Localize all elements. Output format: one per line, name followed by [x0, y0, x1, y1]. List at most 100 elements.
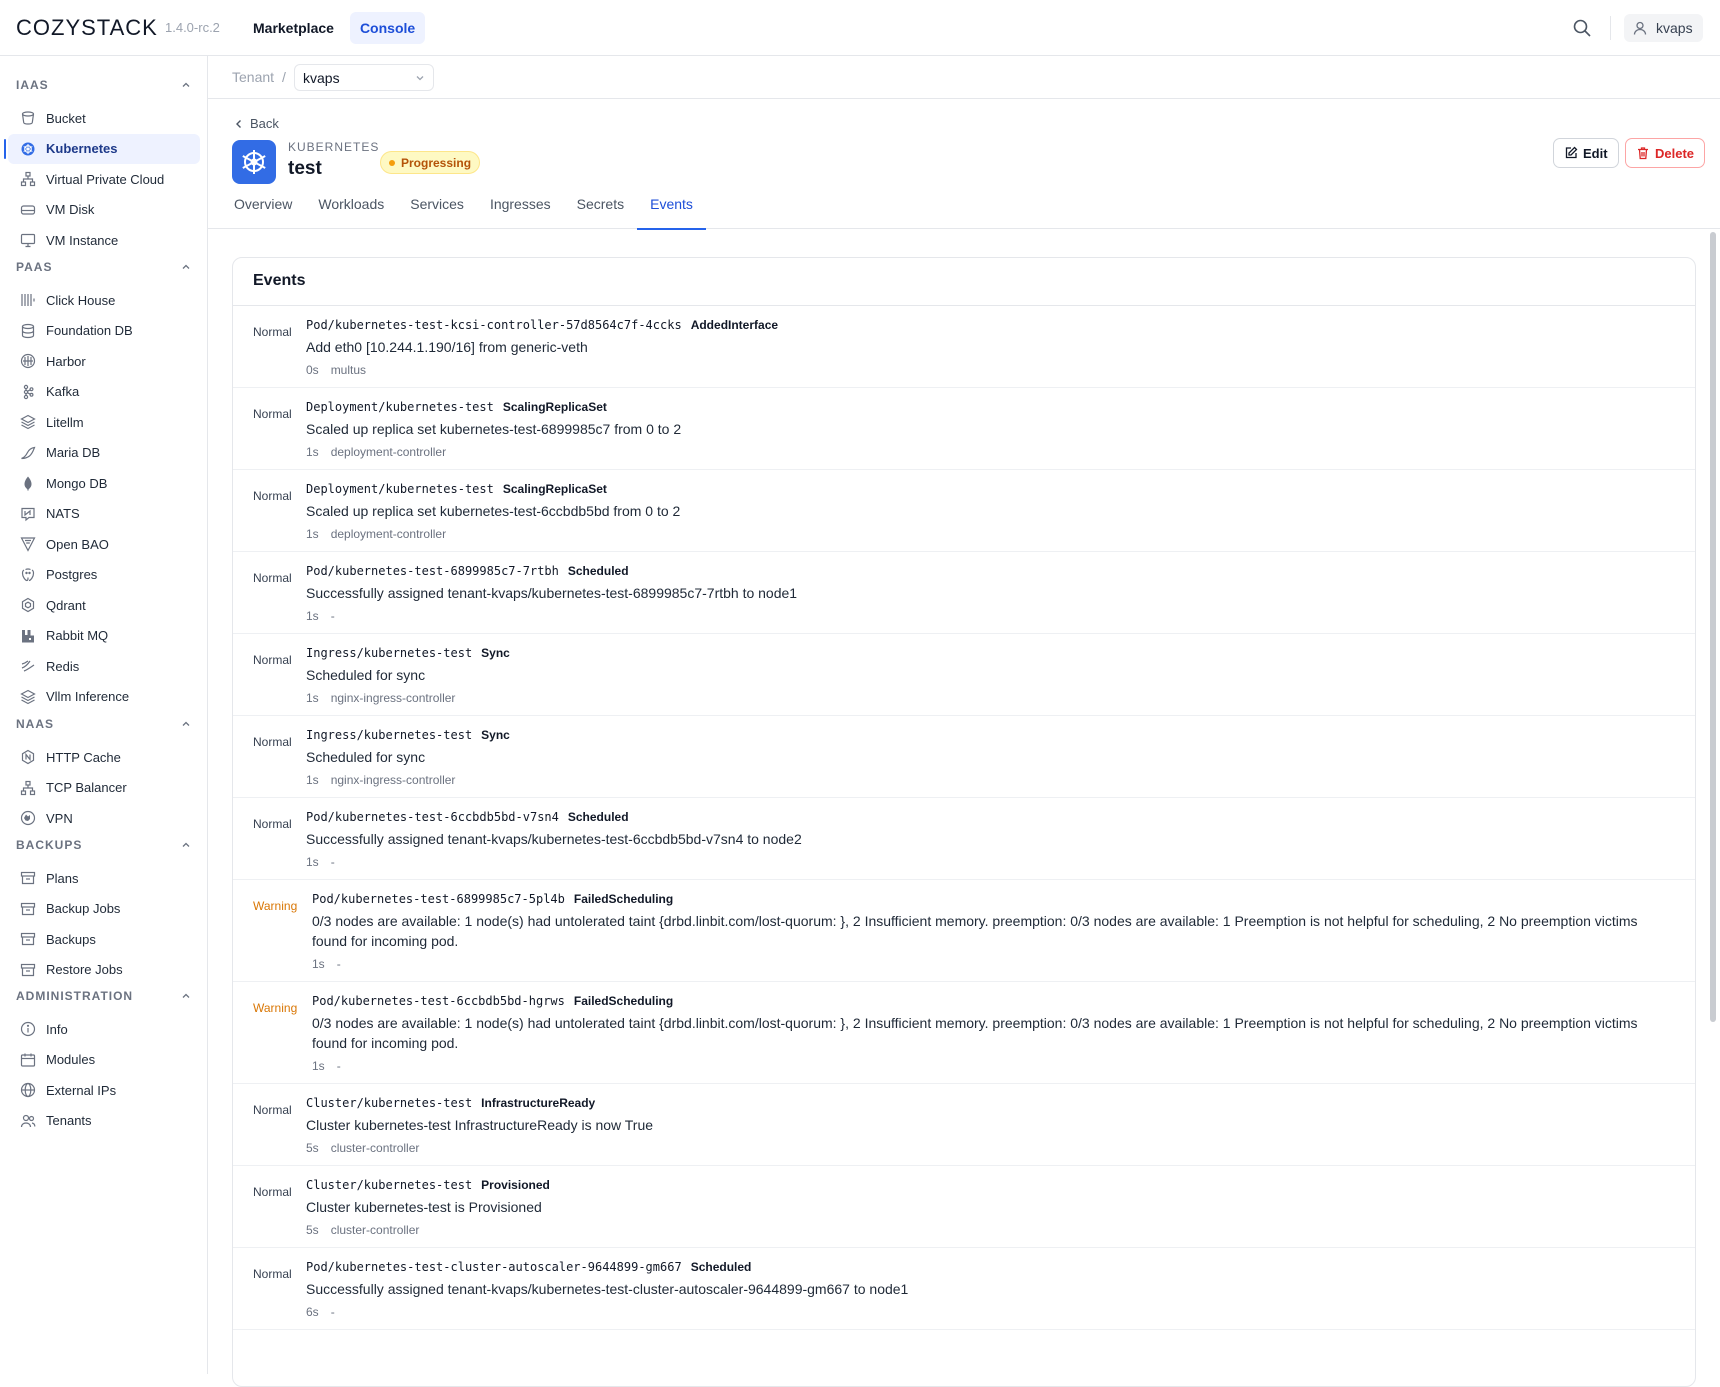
edit-button[interactable]: Edit [1553, 138, 1619, 168]
event-source: - [330, 1305, 335, 1319]
sidebar-item-vm-disk[interactable]: VM Disk [8, 195, 200, 225]
tab-secrets[interactable]: Secrets [564, 192, 637, 229]
event-object[interactable]: Pod/kubernetes-test-6ccbdb5bd-hgrws [312, 994, 565, 1008]
info-icon [20, 1021, 36, 1037]
sidebar-section-title: NAAS [16, 717, 55, 731]
breadcrumb: Tenant / kvaps [208, 56, 1720, 99]
sidebar-item-litellm[interactable]: Litellm [8, 407, 200, 437]
event-meta: 1s nginx-ingress-controller [306, 691, 1675, 705]
sidebar-section-backups[interactable]: BACKUPS [16, 835, 192, 855]
event-row: Warning Pod/kubernetes-test-6899985c7-5pl… [233, 880, 1695, 982]
sidebar-item-nats[interactable]: NATS [8, 499, 200, 529]
breadcrumb-tenant-label[interactable]: Tenant [232, 69, 274, 85]
sidebar-item-label: Kubernetes [46, 141, 118, 156]
event-object[interactable]: Cluster/kubernetes-test [306, 1178, 472, 1192]
sidebar-item-vllm-inference[interactable]: Vllm Inference [8, 682, 200, 712]
breadcrumb-separator: / [282, 69, 286, 85]
sidebar-item-http-cache[interactable]: HTTP Cache [8, 742, 200, 772]
mariadb-icon [21, 446, 36, 459]
sidebar-item-kafka[interactable]: Kafka [8, 377, 200, 407]
sidebar-item-label: Open BAO [46, 536, 109, 552]
event-age: 1s [306, 773, 319, 787]
sidebar-item-harbor[interactable]: Harbor [8, 346, 200, 376]
sidebar-item-label: VM Instance [46, 232, 119, 248]
sidebar-item-vpn[interactable]: VPN [8, 803, 200, 833]
tab-ingresses[interactable]: Ingresses [477, 192, 564, 229]
event-object[interactable]: Pod/kubernetes-test-kcsi-controller-57d8… [306, 318, 682, 332]
sidebar-item-plans[interactable]: Plans [8, 863, 200, 893]
event-object[interactable]: Pod/kubernetes-test-6ccbdb5bd-v7sn4 [306, 810, 559, 824]
sidebar-item-virtual-private-cloud[interactable]: Virtual Private Cloud [8, 164, 200, 194]
sidebar-item-modules[interactable]: Modules [8, 1045, 200, 1075]
event-message: Scheduled for sync [306, 667, 426, 683]
status-label: Progressing [401, 155, 472, 170]
event-body: Pod/kubernetes-test-cluster-autoscaler-9… [306, 1260, 1675, 1319]
chevron-up-icon [182, 721, 190, 726]
sidebar-section-iaas[interactable]: IAAS [16, 75, 192, 95]
sidebar-item-kubernetes[interactable]: Kubernetes [4, 133, 200, 164]
sidebar-item-label: Modules [46, 1052, 96, 1067]
event-row: Normal Deployment/kubernetes-test ScalingR… [233, 388, 1695, 470]
user-menu-button[interactable]: kvaps [1624, 14, 1703, 42]
back-link[interactable]: Back [234, 116, 279, 131]
brand-logo[interactable]: COZYSTACK [16, 15, 158, 41]
sidebar-item-backup-jobs[interactable]: Backup Jobs [8, 894, 200, 924]
top-bar: COZYSTACK 1.4.0-rc.2 Marketplace Console … [0, 0, 1720, 56]
event-type: Normal [253, 1185, 292, 1199]
delete-button[interactable]: Delete [1625, 138, 1706, 168]
event-row: Normal Cluster/kubernetes-test Provisioned… [233, 1166, 1695, 1248]
event-object[interactable]: Deployment/kubernetes-test [306, 482, 494, 496]
event-reason: Sync [481, 728, 510, 742]
sidebar-section-paas[interactable]: PAAS [16, 257, 192, 277]
sidebar-item-vm-instance[interactable]: VM Instance [8, 225, 200, 255]
sidebar-item-mongo-db[interactable]: Mongo DB [8, 468, 200, 498]
tab-overview[interactable]: Overview [221, 192, 305, 229]
network-icon [20, 171, 36, 187]
event-reason: Scheduled [567, 810, 629, 824]
sidebar-item-maria-db[interactable]: Maria DB [8, 438, 200, 468]
event-row: Normal Pod/kubernetes-test-6899985c7-7rtb… [233, 552, 1695, 634]
event-object[interactable]: Pod/kubernetes-test-6899985c7-5pl4b [312, 892, 565, 906]
topnav-console[interactable]: Console [349, 12, 426, 44]
sidebar-item-backups[interactable]: Backups [8, 924, 200, 954]
event-body: Pod/kubernetes-test-kcsi-controller-57d8… [306, 318, 1675, 377]
sidebar-item-foundation-db[interactable]: Foundation DB [8, 316, 200, 346]
event-body: Pod/kubernetes-test-6ccbdb5bd-v7sn4 Sched… [306, 810, 1675, 869]
tab-workloads[interactable]: Workloads [305, 192, 397, 229]
sidebar-item-click-house[interactable]: Click House [8, 285, 200, 315]
sidebar-item-postgres[interactable]: Postgres [8, 560, 200, 590]
status-badge: Progressing [380, 151, 481, 174]
sidebar-item-label: Maria DB [46, 445, 101, 460]
event-message: Cluster kubernetes-test InfrastructureRe… [306, 1117, 654, 1133]
layers-icon [20, 689, 36, 704]
tab-events[interactable]: Events [637, 192, 706, 230]
sidebar-item-external-ips[interactable]: External IPs [8, 1075, 200, 1105]
topnav-marketplace[interactable]: Marketplace [243, 12, 344, 44]
sidebar-item-info[interactable]: Info [8, 1014, 200, 1044]
sidebar-item-open-bao[interactable]: Open BAO [8, 529, 200, 559]
sidebar-item-redis[interactable]: Redis [8, 651, 200, 681]
search-icon[interactable] [1572, 18, 1592, 38]
event-type: Normal [253, 735, 292, 749]
sidebar-item-tenants[interactable]: Tenants [8, 1106, 200, 1136]
event-object[interactable]: Cluster/kubernetes-test [306, 1096, 472, 1110]
sidebar-item-rabbit-mq[interactable]: Rabbit MQ [8, 621, 200, 651]
sidebar-item-label: Postgres [46, 567, 98, 582]
event-meta: 0s multus [306, 363, 1675, 377]
event-object[interactable]: Ingress/kubernetes-test [306, 646, 472, 660]
scrollbar[interactable] [1710, 232, 1716, 1022]
sidebar-section-administration[interactable]: ADMINISTRATION [16, 986, 192, 1006]
sidebar-item-label: Redis [46, 658, 80, 674]
event-object[interactable]: Deployment/kubernetes-test [306, 400, 494, 414]
event-object[interactable]: Pod/kubernetes-test-6899985c7-7rtbh [306, 564, 559, 578]
tab-services[interactable]: Services [397, 192, 477, 229]
event-object[interactable]: Pod/kubernetes-test-cluster-autoscaler-9… [306, 1260, 682, 1274]
event-object[interactable]: Ingress/kubernetes-test [306, 728, 472, 742]
sidebar-item-bucket[interactable]: Bucket [8, 103, 200, 133]
redis-icon [21, 660, 35, 672]
sidebar-item-tcp-balancer[interactable]: TCP Balancer [8, 773, 200, 803]
sidebar-item-restore-jobs[interactable]: Restore Jobs [8, 955, 200, 985]
sidebar-section-naas[interactable]: NAAS [16, 714, 192, 734]
sidebar-item-qdrant[interactable]: Qdrant [8, 590, 200, 620]
tenant-select[interactable]: kvaps [294, 64, 434, 91]
